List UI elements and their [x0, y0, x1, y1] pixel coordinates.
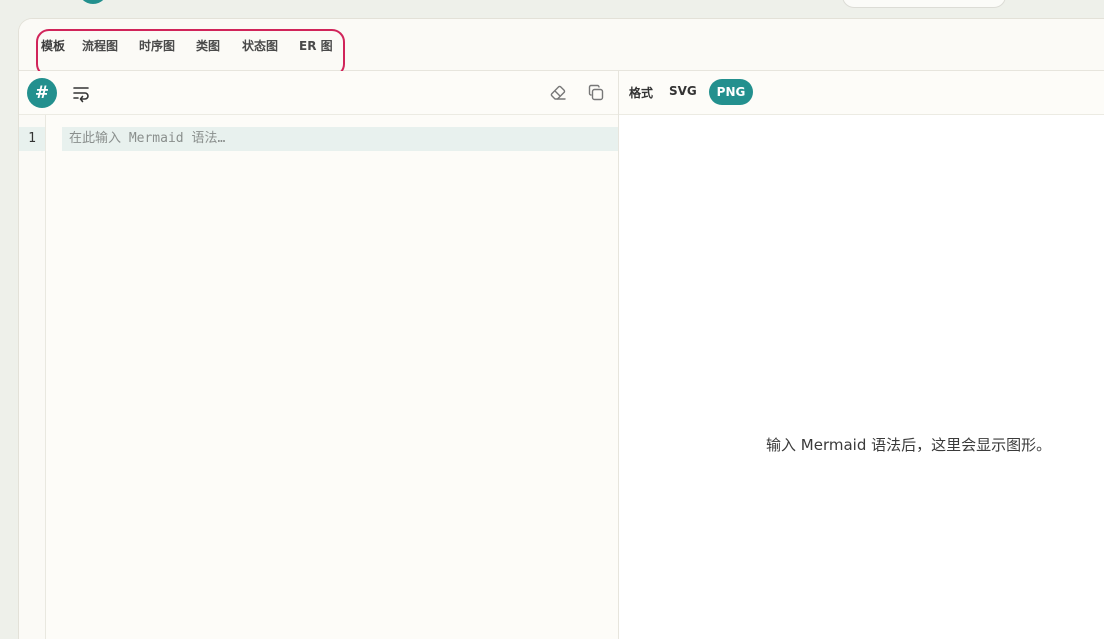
copy-icon[interactable] — [586, 83, 606, 103]
format-svg-option[interactable]: SVG — [669, 84, 697, 98]
editor-placeholder: 在此输入 Mermaid 语法… — [69, 131, 226, 146]
template-bar: 模板 流程图 时序图 类图 状态图 ER 图 — [19, 19, 1104, 77]
annotation-highlight-box — [36, 29, 345, 77]
editor-pane: # 1 在此输入 Mermaid 语法… — [19, 71, 619, 639]
format-png-option[interactable]: PNG — [709, 79, 753, 105]
word-wrap-icon[interactable] — [71, 83, 91, 103]
preview-toolbar: 格式 SVG PNG — [619, 71, 1104, 115]
editor-toolbar: # — [19, 71, 618, 115]
preview-empty-message: 输入 Mermaid 语法后，这里会显示图形。 — [766, 436, 1052, 454]
code-input-line[interactable]: 在此输入 Mermaid 语法… — [62, 127, 618, 151]
top-search-pill[interactable] — [842, 0, 1006, 8]
line-numbers-button[interactable]: # — [27, 78, 57, 108]
app-window: 模板 流程图 时序图 类图 状态图 ER 图 # 1 在此输入 Mermaid … — [18, 18, 1104, 639]
line-number: 1 — [19, 127, 45, 151]
preview-pane: 格式 SVG PNG 输入 Mermaid 语法后，这里会显示图形。 — [619, 71, 1104, 639]
eraser-icon[interactable] — [548, 83, 568, 103]
format-label: 格式 — [629, 86, 654, 100]
line-number-gutter: 1 — [19, 115, 46, 639]
